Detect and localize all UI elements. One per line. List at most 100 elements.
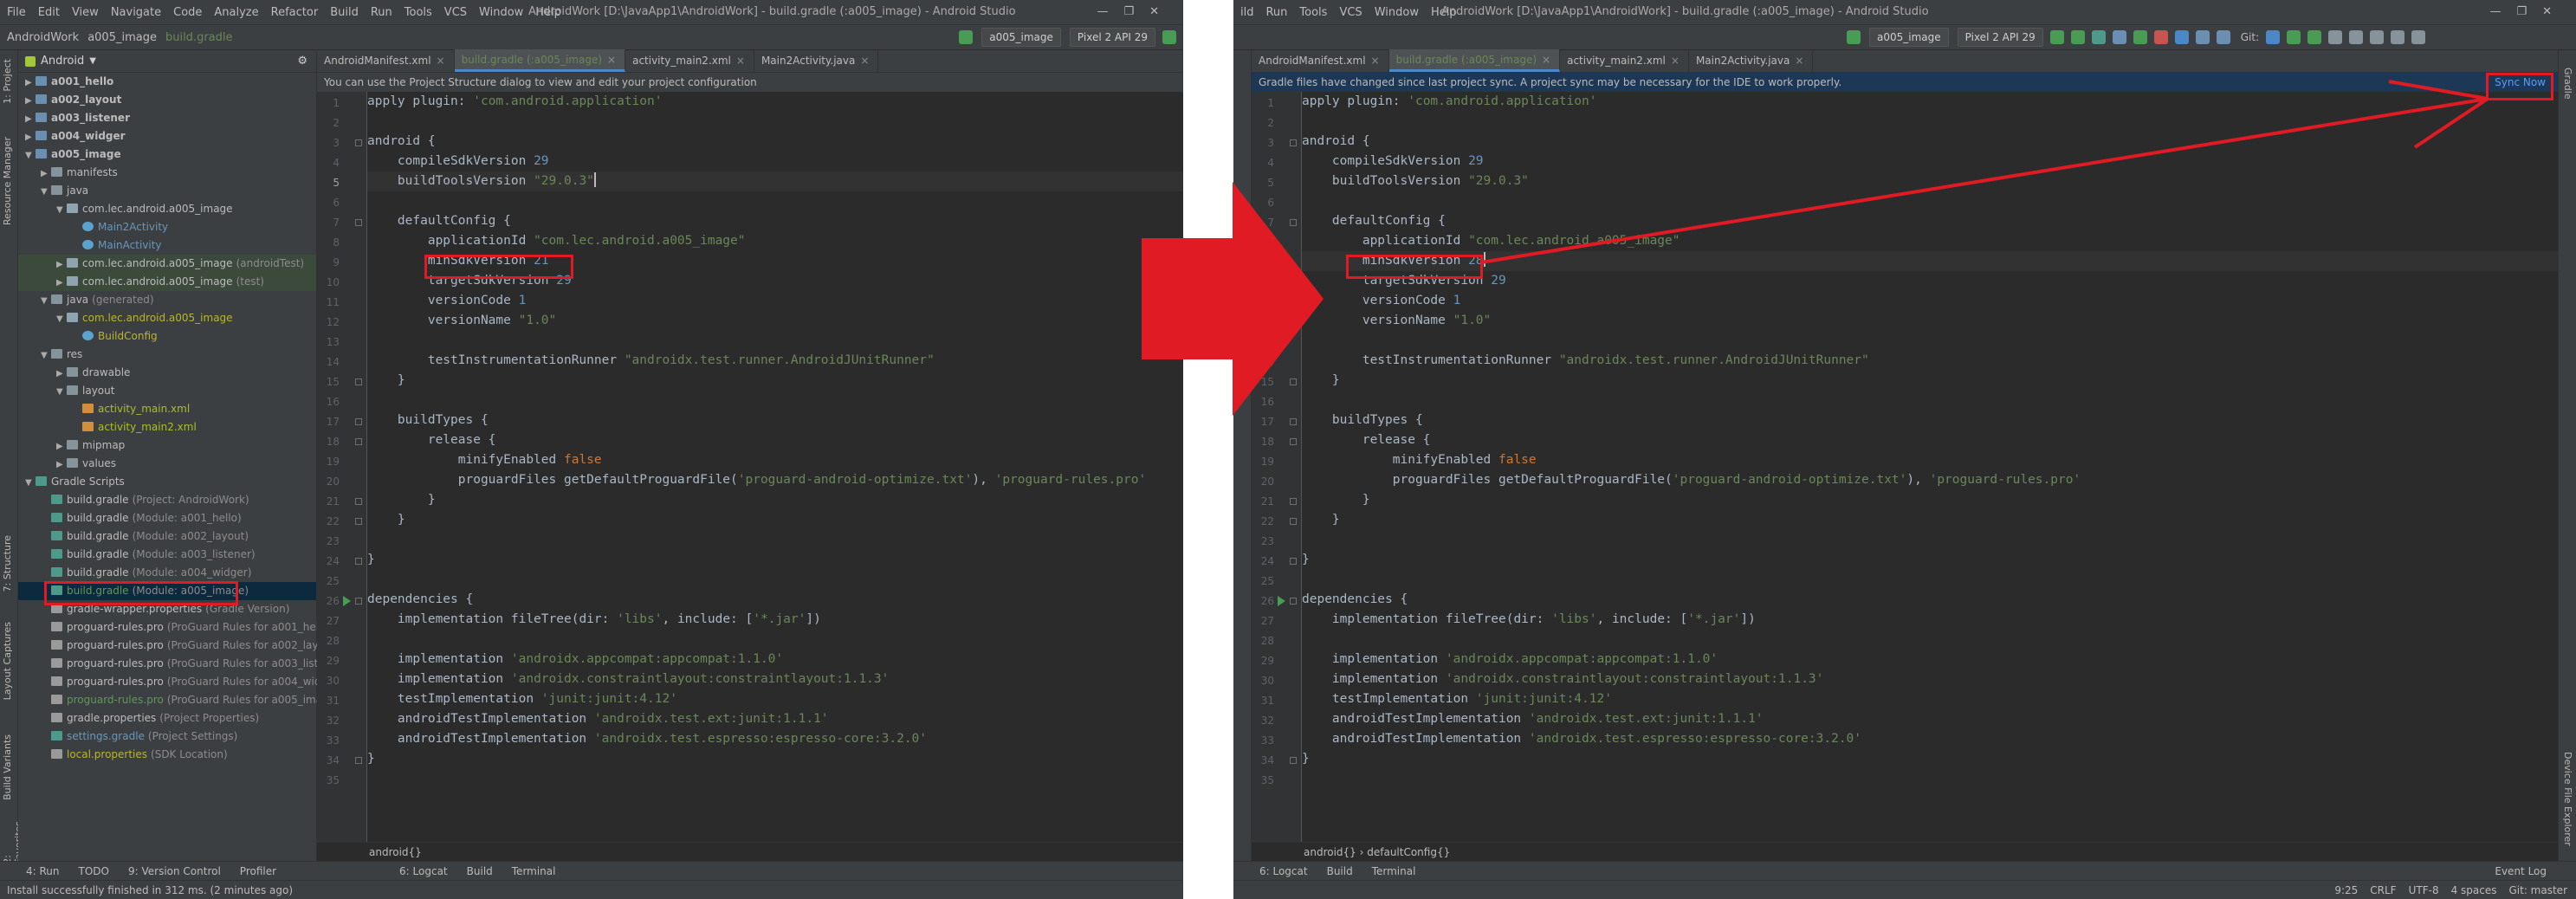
fold-marker-icon[interactable] bbox=[355, 438, 362, 445]
event-log-button[interactable]: Event Log bbox=[2495, 862, 2547, 881]
tree-item-main2activity[interactable]: Main2Activity bbox=[18, 218, 316, 236]
tree-item-build-gradle[interactable]: build.gradle (Module: a001_hello) bbox=[18, 509, 316, 527]
tool-window-6-logcat[interactable]: 6: Logcat bbox=[1259, 862, 1308, 880]
menu-tools[interactable]: Tools bbox=[405, 6, 432, 19]
device-file-explorer-tab[interactable]: Device File Explorer bbox=[2562, 752, 2573, 846]
tool-window-build[interactable]: Build bbox=[467, 862, 493, 880]
tree-item-proguard-rules-pro[interactable]: proguard-rules.pro (ProGuard Rules for a0… bbox=[18, 618, 332, 637]
tool-window-terminal[interactable]: Terminal bbox=[1372, 862, 1416, 880]
tab-androidmanifest-xml[interactable]: AndroidManifest.xml × bbox=[317, 49, 455, 72]
search-icon[interactable] bbox=[2411, 30, 2426, 44]
status-item-4-spaces[interactable]: 4 spaces bbox=[2451, 884, 2497, 896]
run-icon[interactable] bbox=[1162, 30, 1176, 44]
chevron-down-icon[interactable]: ▼ bbox=[25, 146, 36, 165]
revert-icon[interactable] bbox=[2349, 30, 2364, 44]
fold-marker-icon[interactable] bbox=[1290, 139, 1297, 146]
chevron-right-icon[interactable]: ▶ bbox=[56, 365, 67, 383]
tree-item-a001-hello[interactable]: ▶ a001_hello bbox=[18, 73, 316, 91]
fold-marker-icon[interactable] bbox=[355, 757, 362, 764]
git-update-icon[interactable] bbox=[2266, 30, 2281, 44]
menu-vcs[interactable]: VCS bbox=[444, 6, 467, 19]
tab-build-gradle-a005-image[interactable]: build.gradle (:a005_image) × bbox=[454, 49, 626, 72]
fold-marker-icon[interactable] bbox=[355, 418, 362, 425]
menu-code[interactable]: Code bbox=[173, 6, 202, 19]
tree-item-gradle-properties[interactable]: gradle.properties (Project Properties) bbox=[18, 709, 316, 728]
tool-window-9-version-control[interactable]: 9: Version Control bbox=[128, 862, 221, 880]
menu-file[interactable]: File bbox=[7, 6, 26, 19]
tree-item-proguard-rules-pro[interactable]: proguard-rules.pro (ProGuard Rules for a0… bbox=[18, 673, 342, 691]
close-icon[interactable]: × bbox=[1671, 55, 1680, 67]
breadcrumb-module[interactable]: a005_image bbox=[87, 31, 157, 44]
tool-window-6-logcat[interactable]: 6: Logcat bbox=[399, 862, 448, 880]
run-icon[interactable] bbox=[2049, 30, 2064, 44]
tree-item-build-gradle[interactable]: build.gradle (Module: a004_widger) bbox=[18, 564, 316, 582]
close-icon[interactable]: × bbox=[736, 55, 745, 67]
tool-window-todo[interactable]: TODO bbox=[79, 862, 109, 880]
chevron-down-icon[interactable]: ▼ bbox=[56, 201, 67, 219]
tool-window-profiler[interactable]: Profiler bbox=[240, 862, 276, 880]
menu-tools[interactable]: Tools bbox=[1299, 6, 1327, 19]
chevron-down-icon[interactable]: ▼ bbox=[56, 310, 67, 328]
debug-icon[interactable] bbox=[2070, 30, 2085, 44]
tab-activity-main2-xml[interactable]: activity_main2.xml × bbox=[1560, 49, 1689, 72]
chevron-down-icon[interactable]: ▼ bbox=[25, 474, 36, 492]
tab-activity-main2-xml[interactable]: activity_main2.xml × bbox=[625, 49, 754, 72]
tool-window-4-run[interactable]: 4: Run bbox=[26, 862, 60, 880]
code-area[interactable]: apply plugin: 'com.android.application' a… bbox=[1302, 92, 2558, 842]
menu-run[interactable]: Run bbox=[371, 6, 392, 19]
gradle-tool-tab[interactable]: Gradle bbox=[2562, 68, 2573, 100]
tree-item-layout[interactable]: ▼ layout bbox=[18, 382, 316, 400]
tree-item-drawable[interactable]: ▶ drawable bbox=[18, 364, 316, 382]
fold-marker-icon[interactable] bbox=[355, 598, 362, 605]
tab-main2activity-java[interactable]: Main2Activity.java × bbox=[1689, 49, 1814, 72]
tree-item-a004-widger[interactable]: ▶ a004_widger bbox=[18, 127, 316, 146]
fold-marker-icon[interactable] bbox=[1290, 558, 1297, 565]
git-commit-icon[interactable] bbox=[2287, 30, 2301, 44]
menu-ild[interactable]: ild bbox=[1240, 6, 1253, 19]
run-gutter-icon[interactable] bbox=[343, 596, 351, 606]
run-gutter-icon[interactable] bbox=[1278, 596, 1285, 606]
tree-item-com-lec-android-a005-image[interactable]: ▼ com.lec.android.a005_image bbox=[18, 309, 316, 327]
fold-marker-icon[interactable] bbox=[355, 378, 362, 385]
chevron-right-icon[interactable]: ▶ bbox=[56, 437, 67, 456]
tree-item-mipmap[interactable]: ▶ mipmap bbox=[18, 437, 316, 455]
layout-captures-tab[interactable]: Layout Captures bbox=[2, 622, 13, 700]
attach-debugger-icon[interactable] bbox=[2112, 30, 2126, 44]
close-icon[interactable]: × bbox=[860, 55, 869, 67]
breadcrumb-file[interactable]: build.gradle bbox=[165, 31, 233, 44]
tree-item-a005-image[interactable]: ▼ a005_image bbox=[18, 146, 316, 164]
fold-marker-icon[interactable] bbox=[1290, 598, 1297, 605]
tree-item-proguard-rules-pro[interactable]: proguard-rules.pro (ProGuard Rules for a0… bbox=[18, 637, 340, 655]
hammer-icon[interactable] bbox=[959, 30, 974, 44]
menu-run[interactable]: Run bbox=[1265, 6, 1287, 19]
chevron-down-icon[interactable]: ▼ bbox=[41, 183, 51, 201]
project-structure-icon[interactable] bbox=[2370, 30, 2385, 44]
fold-marker-icon[interactable] bbox=[355, 558, 362, 565]
tree-item-buildconfig[interactable]: BuildConfig bbox=[18, 327, 316, 346]
project-view-select[interactable]: Android ▼ ⚙ bbox=[18, 50, 316, 73]
breadcrumb-project[interactable]: AndroidWork bbox=[7, 31, 79, 44]
close-icon[interactable]: × bbox=[607, 54, 616, 66]
tree-item-activity-main-xml[interactable]: activity_main.xml bbox=[18, 400, 316, 418]
close-icon[interactable]: × bbox=[1542, 54, 1550, 66]
device-select[interactable]: Pixel 2 API 29 bbox=[1069, 28, 1155, 47]
menu-vcs[interactable]: VCS bbox=[1339, 6, 1362, 19]
chevron-right-icon[interactable]: ▶ bbox=[56, 456, 67, 474]
git-push-icon[interactable] bbox=[2307, 30, 2322, 44]
fold-marker-icon[interactable] bbox=[1290, 757, 1297, 764]
status-item-utf-8[interactable]: UTF-8 bbox=[2409, 884, 2439, 896]
tool-window-build[interactable]: Build bbox=[1327, 862, 1353, 880]
tree-item-res[interactable]: ▼ res bbox=[18, 346, 316, 364]
tree-item-gradle-scripts[interactable]: ▼ Gradle Scripts bbox=[18, 473, 316, 491]
chevron-down-icon[interactable]: ▼ bbox=[56, 383, 67, 401]
fold-marker-icon[interactable] bbox=[355, 498, 362, 505]
tree-item-activity-main2-xml[interactable]: activity_main2.xml bbox=[18, 418, 316, 437]
tab-build-gradle-a005-image[interactable]: build.gradle (:a005_image) × bbox=[1388, 49, 1561, 72]
project-tool-tab[interactable]: 1: Project bbox=[2, 59, 13, 104]
layout-inspector-icon[interactable] bbox=[2391, 30, 2405, 44]
gear-icon[interactable]: ⚙ bbox=[297, 55, 307, 68]
chevron-right-icon[interactable]: ▶ bbox=[25, 128, 36, 146]
close-icon[interactable]: × bbox=[1795, 55, 1803, 67]
menu-navigate[interactable]: Navigate bbox=[111, 6, 161, 19]
tree-item-java[interactable]: ▼ java bbox=[18, 182, 316, 200]
